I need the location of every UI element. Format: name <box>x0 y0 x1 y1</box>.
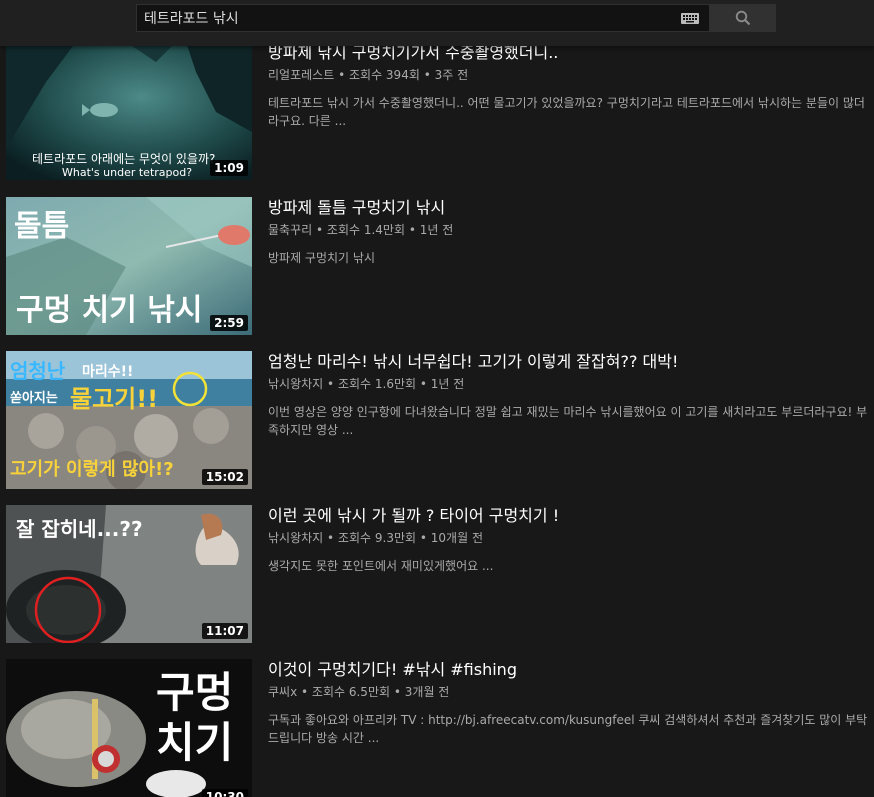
thumbnail-caption: 쏟아지는 <box>10 391 58 406</box>
video-title[interactable]: 이것이 구멍치기다! #낚시 #fishing <box>268 659 872 681</box>
upload-age: 3개월 전 <box>404 685 450 699</box>
meta-separator: • <box>419 377 431 391</box>
video-duration: 2:59 <box>210 315 248 331</box>
video-meta: 쿠씨x • 조회수 6.5만회 • 3개월 전 <box>268 683 872 701</box>
search-button[interactable] <box>710 4 776 32</box>
video-duration: 11:07 <box>201 623 248 639</box>
video-thumbnail[interactable]: 잘 잡히네...?? 11:07 <box>6 505 252 643</box>
video-description: 구독과 좋아요와 아프리카 TV : http://bj.afreecatv.c… <box>268 713 868 745</box>
video-thumbnail[interactable]: 엄청난 마리수!! 쏟아지는 물고기!! 고기가 이렇게 많아!? 15:02 <box>6 351 252 489</box>
thumbnail-caption: 고기가 이렇게 많아!? <box>10 459 174 480</box>
channel-name[interactable]: 낚시왕차지 <box>268 531 323 545</box>
video-description: 이번 영상은 양양 인구항에 다녀왔습니다 정말 쉽고 재밌는 마리수 낚시를했… <box>268 405 868 437</box>
search-box[interactable] <box>136 4 710 32</box>
channel-name[interactable]: 리얼포레스트 <box>268 68 334 82</box>
meta-separator: • <box>327 531 338 545</box>
video-meta: 물축꾸리 • 조회수 1.4만회 • 1년 전 <box>268 221 872 239</box>
video-title[interactable]: 엄청난 마리수! 낚시 너무쉽다! 고기가 이렇게 잘잡혀?? 대박! <box>268 351 872 373</box>
meta-separator: • <box>419 531 431 545</box>
meta-separator: • <box>408 223 420 237</box>
meta-separator: • <box>301 685 312 699</box>
video-thumbnail[interactable]: 돌틈 구멍 치기 낚시 2:59 <box>6 197 252 335</box>
video-title[interactable]: 방파제 돌틈 구멍치기 낚시 <box>268 197 872 219</box>
video-duration: 15:02 <box>201 469 248 485</box>
view-count: 조회수 1.4만회 <box>326 223 406 237</box>
thumbnail-caption: 치기 <box>156 718 234 767</box>
meta-separator: • <box>327 377 338 391</box>
search-icon <box>735 10 751 26</box>
thumbnail-caption: 엄청난 <box>10 359 66 383</box>
video-description: 생각지도 못한 포인트에서 재미있게했어요 ... <box>268 559 494 573</box>
video-meta: 낚시왕차지 • 조회수 9.3만회 • 10개월 전 <box>268 529 872 547</box>
view-count: 조회수 9.3만회 <box>337 531 417 545</box>
thumbnail-caption: 테트라포드 아래에는 무엇이 있을까? <box>32 152 216 166</box>
top-bar <box>0 0 874 46</box>
meta-separator: • <box>423 68 435 82</box>
video-result[interactable]: 구멍 치기 10:30 이것이 구멍치기다! #낚시 #fishing 쿠씨x … <box>6 659 874 797</box>
video-result[interactable]: 엄청난 마리수!! 쏟아지는 물고기!! 고기가 이렇게 많아!? 15:02 … <box>6 351 874 489</box>
video-result[interactable]: 돌틈 구멍 치기 낚시 2:59 방파제 돌틈 구멍치기 낚시 물축꾸리 • 조… <box>6 197 874 335</box>
meta-separator: • <box>338 68 349 82</box>
video-meta: 리얼포레스트 • 조회수 394회 • 3주 전 <box>268 66 872 84</box>
upload-age: 1년 전 <box>419 223 454 237</box>
video-info: 이런 곳에 낚시 가 될까 ? 타이어 구멍치기 ! 낚시왕차지 • 조회수 9… <box>268 505 872 575</box>
view-count: 조회수 1.6만회 <box>337 377 417 391</box>
video-description: 테트라포드 낚시 가서 수중촬영했더니.. 어떤 물고기가 있었을까요? 구멍치… <box>268 96 865 128</box>
thumbnail-caption: 잘 잡히네...?? <box>16 517 143 541</box>
video-title[interactable]: 이런 곳에 낚시 가 될까 ? 타이어 구멍치기 ! <box>268 505 872 527</box>
video-info: 방파제 낚시 구멍치기가서 수중촬영했더니.. 리얼포레스트 • 조회수 394… <box>268 42 872 130</box>
thumbnail-caption: 구멍 치기 낚시 <box>16 293 203 328</box>
thumbnail-caption: 물고기!! <box>70 385 159 413</box>
video-thumbnail[interactable]: 테트라포드 아래에는 무엇이 있을까? What's under tetrapo… <box>6 42 252 180</box>
view-count: 조회수 6.5만회 <box>311 685 391 699</box>
channel-name[interactable]: 쿠씨x <box>268 685 297 699</box>
keyboard-icon[interactable] <box>681 13 699 24</box>
video-result[interactable]: 잘 잡히네...?? 11:07 이런 곳에 낚시 가 될까 ? 타이어 구멍치… <box>6 505 874 643</box>
video-duration: 1:09 <box>210 160 248 176</box>
video-meta: 낚시왕차지 • 조회수 1.6만회 • 1년 전 <box>268 375 872 393</box>
thumbnail-caption: 돌틈 <box>14 209 70 244</box>
channel-name[interactable]: 물축꾸리 <box>268 223 312 237</box>
video-thumbnail[interactable]: 구멍 치기 10:30 <box>6 659 252 797</box>
thumbnail-caption: What's under tetrapod? <box>62 166 193 179</box>
video-result[interactable]: 테트라포드 아래에는 무엇이 있을까? What's under tetrapo… <box>6 42 874 180</box>
view-count: 조회수 394회 <box>348 68 420 82</box>
channel-name[interactable]: 낚시왕차지 <box>268 377 323 391</box>
upload-age: 1년 전 <box>430 377 465 391</box>
meta-separator: • <box>393 685 405 699</box>
video-info: 엄청난 마리수! 낚시 너무쉽다! 고기가 이렇게 잘잡혀?? 대박! 낚시왕차… <box>268 351 872 439</box>
video-info: 이것이 구멍치기다! #낚시 #fishing 쿠씨x • 조회수 6.5만회 … <box>268 659 872 747</box>
search-input[interactable] <box>137 5 657 31</box>
upload-age: 3주 전 <box>434 68 469 82</box>
meta-separator: • <box>316 223 327 237</box>
video-info: 방파제 돌틈 구멍치기 낚시 물축꾸리 • 조회수 1.4만회 • 1년 전 방… <box>268 197 872 267</box>
video-duration: 10:30 <box>201 789 248 797</box>
video-description: 방파제 구멍치기 낚시 <box>268 251 375 265</box>
upload-age: 10개월 전 <box>430 531 483 545</box>
thumbnail-caption: 마리수!! <box>82 364 134 380</box>
